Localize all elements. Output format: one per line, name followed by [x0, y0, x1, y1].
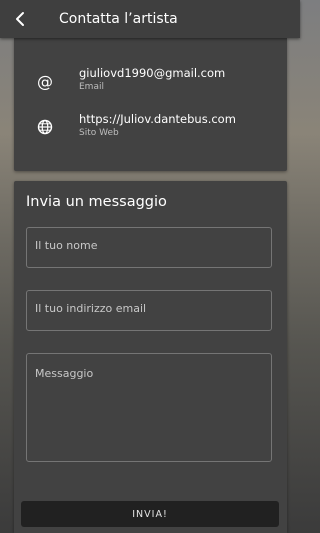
message-placeholder: Messaggio	[35, 367, 94, 380]
globe-icon	[36, 118, 54, 136]
at-sign-icon: @	[37, 71, 53, 91]
name-input[interactable]: Il tuo nome	[26, 227, 272, 268]
submit-button[interactable]: INVIA!	[21, 501, 279, 527]
form-title: Invia un messaggio	[26, 194, 167, 210]
email-value[interactable]: giuliovd1990@gmail.com	[79, 66, 225, 80]
email-placeholder: Il tuo indirizzo email	[35, 302, 147, 315]
page-title: Contatta l’artista	[59, 11, 178, 27]
message-textarea[interactable]: Messaggio	[26, 353, 272, 462]
contact-row-email[interactable]: @ giuliovd1990@gmail.com Email	[14, 66, 287, 102]
app-bar: Contatta l’artista	[0, 0, 300, 38]
contact-info-card: @ giuliovd1990@gmail.com Email https://J…	[14, 38, 287, 171]
arrow-back-icon	[16, 12, 24, 26]
name-placeholder: Il tuo nome	[35, 239, 98, 252]
contact-row-website[interactable]: https://Juliov.dantebus.com Sito Web	[14, 112, 287, 148]
email-input[interactable]: Il tuo indirizzo email	[26, 290, 272, 331]
message-form-card: Invia un messaggio Il tuo nome Il tuo in…	[14, 181, 287, 533]
website-label: Sito Web	[79, 128, 119, 138]
website-value[interactable]: https://Juliov.dantebus.com	[79, 112, 236, 126]
back-button[interactable]	[13, 11, 29, 27]
email-label: Email	[79, 82, 104, 92]
